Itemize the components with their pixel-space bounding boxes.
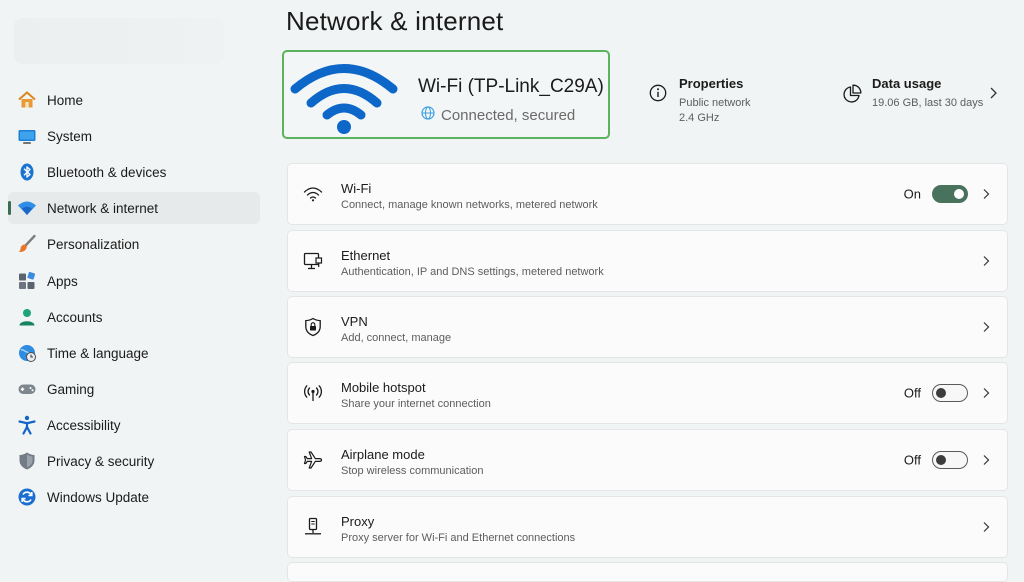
- brush-icon: [17, 234, 37, 254]
- chevron-right-icon: [983, 256, 990, 266]
- card-title: Wi-Fi: [341, 181, 372, 196]
- mobile-hotspot-card[interactable]: Mobile hotspot Share your internet conne…: [287, 362, 1008, 424]
- card-subtitle: Stop wireless communication: [341, 465, 484, 477]
- accounts-icon: [17, 307, 37, 327]
- toggle-state-label: Off: [903, 385, 921, 401]
- ethernet-settings-card[interactable]: Ethernet Authentication, IP and DNS sett…: [287, 230, 1008, 292]
- gamepad-icon: [17, 379, 37, 399]
- card-title: Mobile hotspot: [341, 380, 426, 395]
- sidebar-item-apps[interactable]: Apps: [8, 265, 260, 297]
- sidebar-item-label: Windows Update: [47, 489, 150, 505]
- accessibility-icon: [17, 415, 37, 435]
- wifi-ssid: Wi-Fi (TP-Link_C29A): [418, 76, 604, 97]
- sidebar-item-personalization[interactable]: Personalization: [8, 228, 260, 260]
- wifi-connection-hero[interactable]: Wi-Fi (TP-Link_C29A) Connected, secured: [282, 50, 610, 139]
- home-icon: [17, 90, 37, 110]
- connection-status-text: Connected, secured: [441, 106, 576, 124]
- sidebar-item-gaming[interactable]: Gaming: [8, 373, 260, 405]
- next-settings-card[interactable]: [287, 562, 1008, 582]
- user-profile-blur[interactable]: [14, 18, 224, 64]
- globe-icon: [421, 106, 435, 124]
- connection-status: Connected, secured: [421, 106, 575, 124]
- network-profile: Public network: [679, 97, 751, 109]
- sidebar-item-label: Privacy & security: [47, 453, 155, 469]
- network-icon: [17, 198, 37, 218]
- airplane-icon: [302, 449, 324, 471]
- sidebar-item-label: Network & internet: [47, 200, 159, 216]
- sidebar-item-time-language[interactable]: Time & language: [8, 337, 260, 369]
- sidebar-item-accounts[interactable]: Accounts: [8, 301, 260, 333]
- sidebar-item-system[interactable]: System: [8, 120, 260, 152]
- wifi-icon: [302, 183, 324, 205]
- chevron-right-icon: [983, 189, 990, 199]
- vpn-settings-card[interactable]: VPN Add, connect, manage: [287, 296, 1008, 358]
- card-subtitle: Share your internet connection: [341, 398, 491, 410]
- data-usage-title: Data usage: [872, 76, 942, 91]
- wifi-toggle[interactable]: [932, 185, 968, 203]
- apps-icon: [17, 271, 37, 291]
- properties-details: Public network 2.4 GHz: [679, 96, 751, 125]
- info-icon: [649, 84, 667, 107]
- chevron-right-icon: [983, 455, 990, 465]
- sidebar-item-windows-update[interactable]: Windows Update: [8, 481, 260, 513]
- airplane-mode-toggle[interactable]: [932, 451, 968, 469]
- vpn-shield-icon: [302, 316, 324, 338]
- data-usage-detail: 19.06 GB, last 30 days: [872, 97, 984, 109]
- chevron-right-icon: [983, 388, 990, 398]
- sidebar: Home System Bluetooth & devices Network …: [0, 0, 270, 576]
- pie-chart-icon: [842, 84, 862, 109]
- sidebar-item-label: Bluetooth & devices: [47, 164, 167, 180]
- sidebar-item-network[interactable]: Network & internet: [8, 192, 260, 224]
- proxy-icon: [302, 516, 324, 538]
- toggle-state-label: Off: [903, 452, 921, 468]
- ethernet-icon: [302, 250, 324, 272]
- sidebar-item-home[interactable]: Home: [8, 84, 260, 116]
- mobile-hotspot-toggle[interactable]: [932, 384, 968, 402]
- card-subtitle: Add, connect, manage: [341, 332, 452, 344]
- sidebar-item-label: Accounts: [47, 309, 103, 325]
- update-icon: [17, 487, 37, 507]
- bluetooth-icon: [17, 162, 37, 182]
- card-title: Ethernet: [341, 248, 391, 263]
- toggle-state-label: On: [903, 186, 921, 202]
- card-subtitle: Proxy server for Wi-Fi and Ethernet conn…: [341, 532, 576, 544]
- sidebar-item-label: Apps: [47, 273, 78, 289]
- properties-link[interactable]: Properties Public network 2.4 GHz: [649, 76, 799, 126]
- data-usage-link[interactable]: Data usage 19.06 GB, last 30 days: [842, 76, 992, 116]
- sidebar-item-label: System: [47, 128, 93, 144]
- sidebar-item-label: Gaming: [47, 381, 95, 397]
- sidebar-item-accessibility[interactable]: Accessibility: [8, 409, 260, 441]
- wifi-settings-card[interactable]: Wi-Fi Connect, manage known networks, me…: [287, 163, 1008, 225]
- sidebar-item-label: Accessibility: [47, 417, 121, 433]
- sidebar-item-label: Time & language: [47, 345, 149, 361]
- chevron-right-icon[interactable]: [988, 86, 998, 105]
- card-title: Proxy: [341, 514, 375, 529]
- sidebar-item-privacy[interactable]: Privacy & security: [8, 445, 260, 477]
- proxy-settings-card[interactable]: Proxy Proxy server for Wi-Fi and Etherne…: [287, 496, 1008, 558]
- card-subtitle: Authentication, IP and DNS settings, met…: [341, 266, 604, 278]
- sidebar-item-label: Home: [47, 92, 84, 108]
- sidebar-item-label: Personalization: [47, 236, 140, 252]
- wifi-signal-icon: [290, 56, 398, 139]
- network-band: 2.4 GHz: [679, 111, 720, 124]
- sidebar-item-bluetooth[interactable]: Bluetooth & devices: [8, 156, 260, 188]
- shield-icon: [17, 451, 37, 471]
- properties-title: Properties: [679, 76, 744, 91]
- time-language-icon: [17, 343, 37, 363]
- hotspot-icon: [302, 382, 324, 404]
- chevron-right-icon: [983, 522, 990, 532]
- card-subtitle: Connect, manage known networks, metered …: [341, 199, 598, 211]
- airplane-mode-card[interactable]: Airplane mode Stop wireless communicatio…: [287, 429, 1008, 491]
- card-title: Airplane mode: [341, 447, 425, 462]
- system-icon: [17, 126, 37, 146]
- chevron-right-icon: [983, 322, 990, 332]
- card-title: VPN: [341, 314, 368, 329]
- page-title: Network & internet: [286, 6, 504, 36]
